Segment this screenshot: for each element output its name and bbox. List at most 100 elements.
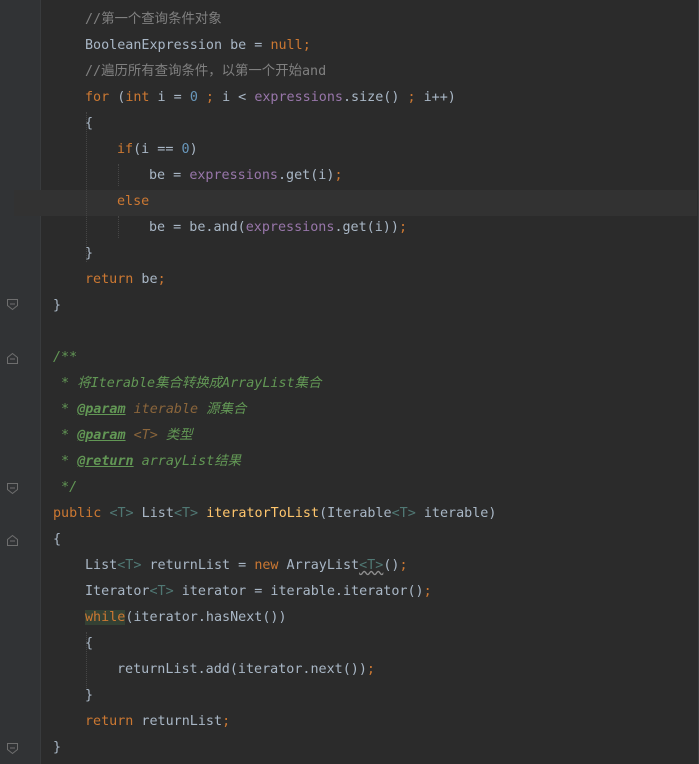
for-keyword: for [85, 90, 110, 105]
javadoc-tag: @return [77, 454, 134, 469]
method-call: returnList.add(iterator.next()) [117, 662, 367, 677]
type-param: <T> [109, 506, 134, 521]
public-keyword: public [53, 506, 102, 521]
code-line-8[interactable]: else [117, 189, 149, 215]
type-param: <T> [391, 506, 416, 521]
method-call: .get(i) [278, 168, 335, 183]
number-literal: 0 [189, 90, 198, 105]
code-line-25[interactable]: { [85, 631, 93, 657]
param-type: (Iterable [319, 506, 392, 521]
code-line-21[interactable]: { [53, 527, 61, 553]
code-editor[interactable]: //第一个查询条件对象 BooleanExpression be = null;… [0, 0, 699, 764]
return-keyword: return [85, 714, 134, 729]
code-line-14[interactable]: /** [53, 345, 77, 371]
semicolon: ; [398, 220, 407, 235]
field-ref: expressions [189, 168, 278, 183]
code-line-1[interactable]: //第一个查询条件对象 [85, 7, 222, 33]
type-name: BooleanExpression [85, 38, 223, 53]
code-line-10[interactable]: } [85, 241, 93, 267]
javadoc-param: <T> [125, 428, 158, 443]
indent-guide [118, 164, 119, 186]
assignment: be = be.and( [149, 220, 246, 235]
brace: } [85, 246, 94, 261]
javadoc-desc: arrayList结果 [133, 454, 242, 469]
code-line-28[interactable]: return returnList; [85, 709, 230, 735]
fold-open-icon[interactable] [6, 352, 19, 365]
code-line-5[interactable]: { [85, 111, 93, 137]
paren: ( [109, 90, 126, 105]
brace: } [53, 740, 62, 755]
type-name: List [133, 506, 174, 521]
code-line-2[interactable]: BooleanExpression be = null; [85, 33, 311, 59]
code-line-27[interactable]: } [85, 683, 93, 709]
semicolon: ; [423, 584, 432, 599]
code-line-26[interactable]: returnList.add(iterator.next()); [117, 657, 375, 683]
code-line-6[interactable]: if(i == 0) [117, 137, 198, 163]
return-value: be [133, 272, 158, 287]
code-line-24[interactable]: while(iterator.hasNext()) [85, 605, 287, 631]
code-line-19[interactable]: */ [53, 475, 77, 501]
variable-decl: iterator = iterable.iterator() [173, 584, 424, 599]
code-line-4[interactable]: for (int i = 0 ; i < expressions.size() … [85, 85, 456, 111]
param-name: iterable) [415, 506, 497, 521]
semicolon: ; [399, 558, 408, 573]
code-line-7[interactable]: be = expressions.get(i); [149, 163, 343, 189]
code-line-22[interactable]: List<T> returnList = new ArrayList<T>(); [85, 553, 408, 579]
javadoc-close: */ [53, 480, 78, 495]
code-line-3[interactable]: //遍历所有查询条件，以第一个开始and [85, 59, 326, 85]
code-line-9[interactable]: be = be.and(expressions.get(i)); [149, 215, 407, 241]
code-line-16[interactable]: * @param iterable 源集合 [53, 397, 246, 423]
code-line-29[interactable]: } [53, 735, 61, 761]
while-condition: (iterator.hasNext()) [125, 610, 287, 625]
fold-open-icon[interactable] [6, 534, 19, 547]
semicolon: ; [222, 714, 231, 729]
paren: ) [189, 142, 198, 157]
code-line-17[interactable]: * @param <T> 类型 [53, 423, 193, 449]
type-param-warning: <T> [359, 558, 384, 573]
javadoc-text: * 将Iterable集合转换成ArrayList集合 [53, 376, 322, 391]
loop-condition: i < [222, 90, 255, 105]
semicolon: ; [302, 38, 311, 53]
semicolon: ; [366, 662, 375, 677]
code-line-18[interactable]: * @return arrayList结果 [53, 449, 241, 475]
return-keyword: return [85, 272, 134, 287]
editor-gutter[interactable] [0, 0, 40, 764]
assignment: be = [149, 168, 190, 183]
if-keyword: if [117, 142, 134, 157]
brace: } [53, 298, 62, 313]
javadoc-star: * [53, 402, 78, 417]
code-line-15[interactable]: * 将Iterable集合转换成ArrayList集合 [53, 371, 321, 397]
code-line-23[interactable]: Iterator<T> iterator = iterable.iterator… [85, 579, 432, 605]
type-name: List [85, 558, 118, 573]
brace: { [85, 636, 94, 651]
type-param: <T> [117, 558, 142, 573]
javadoc-tag: @param [77, 402, 126, 417]
class-name: ArrayList [278, 558, 360, 573]
new-keyword: new [254, 558, 279, 573]
variable-decl: returnList = [141, 558, 255, 573]
fold-close-icon[interactable] [6, 742, 19, 755]
line-comment: //第一个查询条件对象 [85, 12, 222, 27]
gutter-separator [40, 0, 41, 764]
indent-guide [118, 216, 119, 238]
else-keyword: else [117, 194, 150, 209]
code-line-20[interactable]: public <T> List<T> iteratorToList(Iterab… [53, 501, 496, 527]
while-keyword: while [85, 610, 126, 625]
loop-var: i = [149, 90, 190, 105]
brace: { [85, 116, 94, 131]
method-name: iteratorToList [206, 506, 320, 521]
javadoc-star: * [53, 454, 78, 469]
code-line-12[interactable]: } [53, 293, 61, 319]
semicolon: ; [407, 90, 424, 105]
int-keyword: int [125, 90, 150, 105]
fold-close-icon[interactable] [6, 298, 19, 311]
javadoc-desc: 源集合 [198, 402, 247, 417]
fold-close-icon[interactable] [6, 482, 19, 495]
semicolon: ; [197, 90, 223, 105]
variable-decl: be = [222, 38, 271, 53]
javadoc-open: /** [53, 350, 78, 365]
code-line-11[interactable]: return be; [85, 267, 166, 293]
field-ref: expressions [254, 90, 343, 105]
javadoc-tag: @param [77, 428, 126, 443]
